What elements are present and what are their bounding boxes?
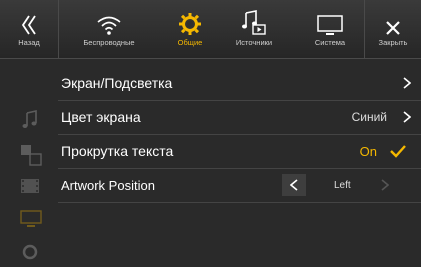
menu-item-label: Цвет экрана xyxy=(61,109,141,125)
chevron-right-icon xyxy=(403,77,411,89)
menu-item-label: Artwork Position xyxy=(61,177,155,193)
close-icon xyxy=(385,0,401,36)
checkmark-icon[interactable] xyxy=(389,144,407,158)
top-nav-bar: Назад Беспроводные Общие Источники Систе… xyxy=(0,0,421,59)
artwork-position-next-button[interactable] xyxy=(381,179,389,191)
menu-item-screen-color[interactable]: Цвет экрана Синий xyxy=(58,100,421,135)
artwork-position-prev-button[interactable] xyxy=(282,174,306,196)
wifi-icon xyxy=(96,0,122,36)
display-icon xyxy=(20,210,42,230)
sources-label: Источники xyxy=(235,38,273,47)
language-icon xyxy=(20,144,42,166)
double-chevron-left-icon xyxy=(19,0,39,36)
menu-item-label: Прокрутка текста xyxy=(61,143,174,159)
gear-icon xyxy=(20,242,40,262)
menu-item-artwork-position[interactable]: Artwork Position Left xyxy=(58,168,421,203)
music-note-icon xyxy=(20,110,40,130)
music-source-icon xyxy=(241,0,267,36)
left-icon-rail xyxy=(0,58,58,260)
chevron-left-icon xyxy=(290,179,298,191)
wireless-label: Беспроводные xyxy=(83,38,135,47)
gear-icon xyxy=(178,0,202,36)
general-label: Общие xyxy=(177,38,203,47)
tab-system[interactable]: Система xyxy=(285,0,375,58)
text-scroll-value: On xyxy=(359,143,377,159)
system-label: Система xyxy=(314,38,346,47)
back-label: Назад xyxy=(18,38,40,47)
menu-item-text-scroll[interactable]: Прокрутка текста On xyxy=(58,134,421,169)
film-icon xyxy=(20,178,40,198)
screen-color-value: Синий xyxy=(351,110,387,124)
menu-item-label: Экран/Подсветка xyxy=(61,75,173,91)
back-button[interactable]: Назад xyxy=(0,0,58,58)
monitor-icon xyxy=(316,0,344,36)
close-button[interactable]: Закрыть xyxy=(365,0,421,58)
chevron-right-icon xyxy=(403,111,411,123)
menu-item-screen-backlight[interactable]: Экран/Подсветка xyxy=(58,66,421,101)
artwork-position-value: Left xyxy=(334,179,351,191)
close-label: Закрыть xyxy=(378,38,408,47)
